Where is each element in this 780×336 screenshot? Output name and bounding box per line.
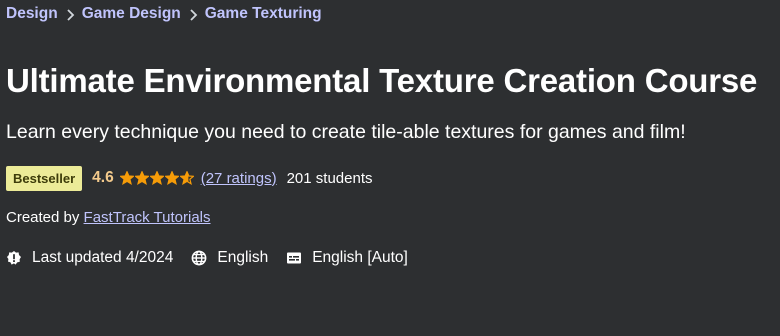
last-updated-text: Last updated 4/2024 [32,249,174,266]
students-count: 201 students [286,169,373,187]
bestseller-badge: Bestseller [6,165,83,191]
chevron-right-icon [181,7,205,22]
breadcrumb-item-design[interactable]: Design [6,5,58,23]
last-updated: Last updated 4/2024 [6,249,173,267]
breadcrumb-item-game-texturing[interactable]: Game Texturing [205,5,322,23]
chevron-right-icon [58,7,82,22]
star-rating [119,171,195,185]
alert-badge-icon [6,250,22,266]
language: English [191,249,268,267]
course-header: Design Game Design Game Texturing Ultima… [6,0,778,269]
captions: English [Auto] [286,249,408,267]
closed-captions-icon [286,250,302,266]
star-icon [134,171,149,185]
ratings-count-link[interactable]: (27 ratings) [201,170,277,187]
language-text: English [217,249,269,266]
star-icon [149,171,164,185]
breadcrumb: Design Game Design Game Texturing [6,0,778,28]
course-meta: Last updated 4/2024 English English [Aut… [6,247,778,269]
star-icon [179,171,194,185]
captions-text: English [Auto] [312,249,408,266]
author-link[interactable]: FastTrack Tutorials [84,209,211,226]
course-stats: Bestseller 4.6 (27 ratings) 201 students [6,165,778,191]
course-title: Ultimate Environmental Texture Creation … [6,62,758,99]
breadcrumb-item-game-design[interactable]: Game Design [82,5,181,23]
globe-icon [191,250,207,266]
star-icon [119,171,134,185]
rating-value: 4.6 [92,169,114,186]
created-by-label: Created by [6,209,80,226]
course-subtitle: Learn every technique you need to create… [6,121,686,143]
star-icon [164,171,179,185]
created-by: Created by FastTrack Tutorials [6,209,778,229]
